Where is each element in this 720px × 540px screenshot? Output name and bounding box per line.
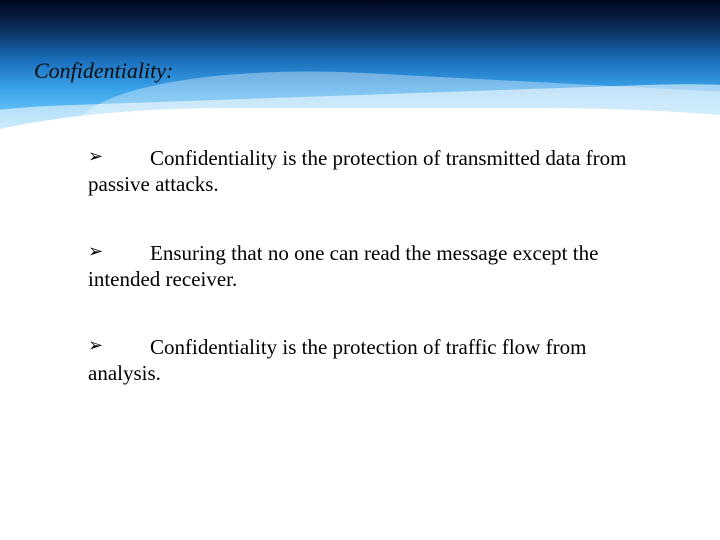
list-item: ➢Confidentiality is the protection of tr… xyxy=(88,145,663,198)
bullet-arrow-icon: ➢ xyxy=(88,145,150,168)
bullet-text: Confidentiality is the protection of tra… xyxy=(150,335,586,359)
list-item: ➢Confidentiality is the protection of tr… xyxy=(88,334,663,387)
slide: Confidentiality: ➢Confidentiality is the… xyxy=(0,0,720,540)
bullet-text: Ensuring that no one can read the messag… xyxy=(150,241,598,265)
bullet-text: analysis. xyxy=(88,360,663,386)
list-item: ➢Ensuring that no one can read the messa… xyxy=(88,240,663,293)
bullet-arrow-icon: ➢ xyxy=(88,334,150,357)
bullet-text: passive attacks. xyxy=(88,171,663,197)
bullet-list: ➢Confidentiality is the protection of tr… xyxy=(88,145,663,429)
bullet-arrow-icon: ➢ xyxy=(88,240,150,263)
bullet-text: intended receiver. xyxy=(88,266,663,292)
slide-title: Confidentiality: xyxy=(34,58,173,84)
bullet-text: Confidentiality is the protection of tra… xyxy=(150,146,626,170)
